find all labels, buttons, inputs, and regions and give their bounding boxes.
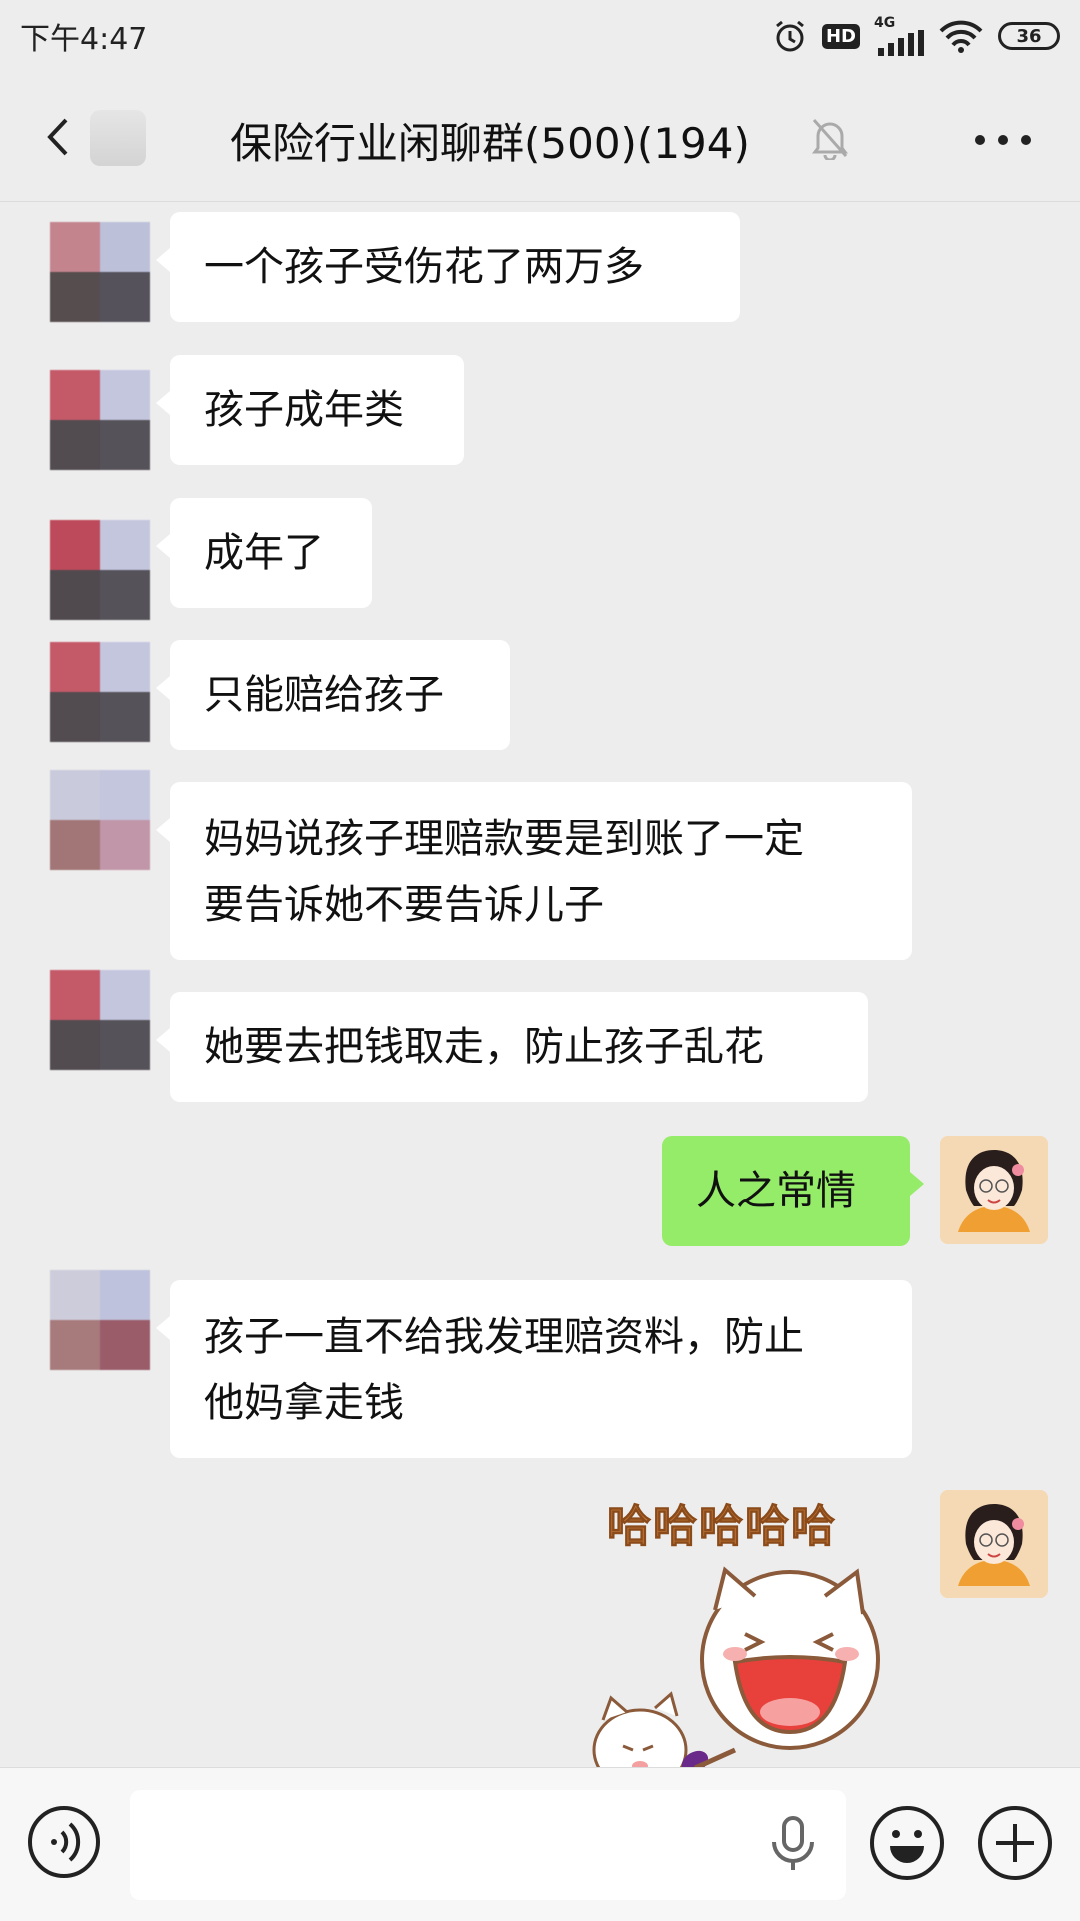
battery-indicator: 36 [998,22,1060,50]
dot-icon [975,135,985,145]
message-text: 成年了 [204,530,324,576]
avatar[interactable] [50,642,150,742]
my-avatar[interactable] [940,1490,1048,1598]
avatar[interactable] [50,520,150,620]
alarm-icon [772,18,808,54]
network-type-label: 4G [874,15,896,31]
input-bar [0,1767,1080,1921]
message-bubble[interactable]: 她要去把钱取走，防止孩子乱花 [156,992,868,1102]
plus-icon [996,1824,1034,1862]
cartoon-girl-avatar-icon [940,1136,1048,1244]
sticker-message[interactable]: 哈哈哈哈哈 [585,1490,915,1767]
microphone-icon[interactable] [770,1816,816,1876]
message-bubble[interactable]: 孩子一直不给我发理赔资料，防止 他妈拿走钱 [156,1280,912,1458]
message-text: 孩子成年类 [204,387,404,433]
message-text-line: 要告诉她不要告诉儿子 [204,882,604,928]
voice-input-button[interactable] [28,1806,100,1878]
message-bubble[interactable]: 孩子成年类 [156,355,464,465]
message-bubble[interactable]: 只能赔给孩子 [156,640,510,750]
avatar[interactable] [50,970,150,1070]
status-time: 下午4:47 [20,22,148,57]
message-text: 她要去把钱取走，防止孩子乱花 [204,1024,764,1070]
message-input[interactable] [130,1790,846,1900]
message-bubble[interactable]: 妈妈说孩子理赔款要是到账了一定 要告诉她不要告诉儿子 [156,782,912,960]
message-text: 人之常情 [696,1168,856,1214]
my-avatar[interactable] [940,1136,1048,1244]
page-title: 保险行业闲聊群(500)(194) [230,119,750,168]
chevron-left-icon [47,118,68,156]
cartoon-girl-avatar-icon [940,1490,1048,1598]
message-text: 只能赔给孩子 [204,672,444,718]
message-text-line: 妈妈说孩子理赔款要是到账了一定 [204,816,804,862]
sticker-caption: 哈哈哈哈哈 [607,1501,837,1553]
message-text: 一个孩子受伤花了两万多 [204,244,644,290]
message-bubble[interactable]: 人之常情 [662,1136,924,1246]
more-functions-button[interactable] [978,1806,1052,1880]
more-options-button[interactable] [975,130,1031,150]
avatar[interactable] [50,1270,150,1370]
message-text-line: 孩子一直不给我发理赔资料，防止 [204,1314,804,1360]
back-button[interactable] [38,112,78,162]
message-text-line: 他妈拿走钱 [204,1380,404,1426]
laughing-cat-sticker-icon [592,1566,880,1767]
group-avatar [90,110,146,166]
avatar[interactable] [50,370,150,470]
chat-message-list[interactable]: 一个孩子受伤花了两万多 孩子成年类 成年了 只能赔给孩子 妈妈说孩子理赔款要是到… [0,202,1080,1767]
avatar[interactable] [50,770,150,870]
avatar[interactable] [50,222,150,322]
message-bubble[interactable]: 一个孩子受伤花了两万多 [156,212,740,322]
dot-icon [998,135,1008,145]
message-bubble[interactable]: 成年了 [156,498,372,608]
chat-header: 保险行业闲聊群(500)(194) [0,72,1080,202]
mute-bell-icon [810,116,850,164]
hd-icon: HD [821,23,860,49]
voice-wave-icon [51,1822,81,1862]
signal-icon: 4G [874,16,924,56]
smiley-icon [890,1830,924,1863]
dot-icon [1021,135,1031,145]
emoji-button[interactable] [870,1806,944,1880]
status-bar: 下午4:47 HD 4G 36 [0,0,1080,72]
wifi-icon [938,19,984,53]
status-icons: HD 4G 36 [772,16,1060,56]
